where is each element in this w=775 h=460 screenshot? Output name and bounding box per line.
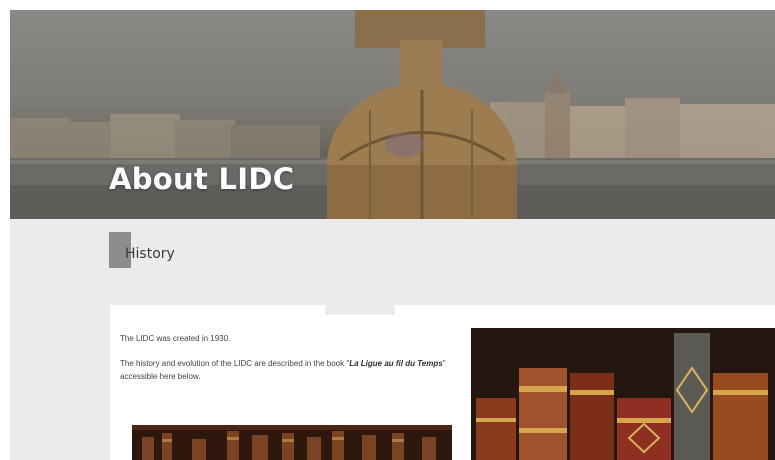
library-photo <box>132 425 452 460</box>
books-photo <box>471 328 775 460</box>
history-paragraph-prefix: The history and evolution of the LIDC ar… <box>120 359 350 368</box>
card-divider <box>325 305 395 315</box>
hero-banner: About LIDC <box>10 10 775 219</box>
page-title: About LIDC <box>109 162 295 196</box>
page-frame: About LIDC History The LIDC was created … <box>10 10 775 460</box>
book-title-link[interactable]: La Ligue au fil du Temps <box>349 359 443 368</box>
section-heading-label: History <box>125 246 175 262</box>
history-paragraph: The history and evolution of the LIDC ar… <box>120 357 465 383</box>
intro-paragraph: The LIDC was created in 1930. <box>120 334 231 343</box>
